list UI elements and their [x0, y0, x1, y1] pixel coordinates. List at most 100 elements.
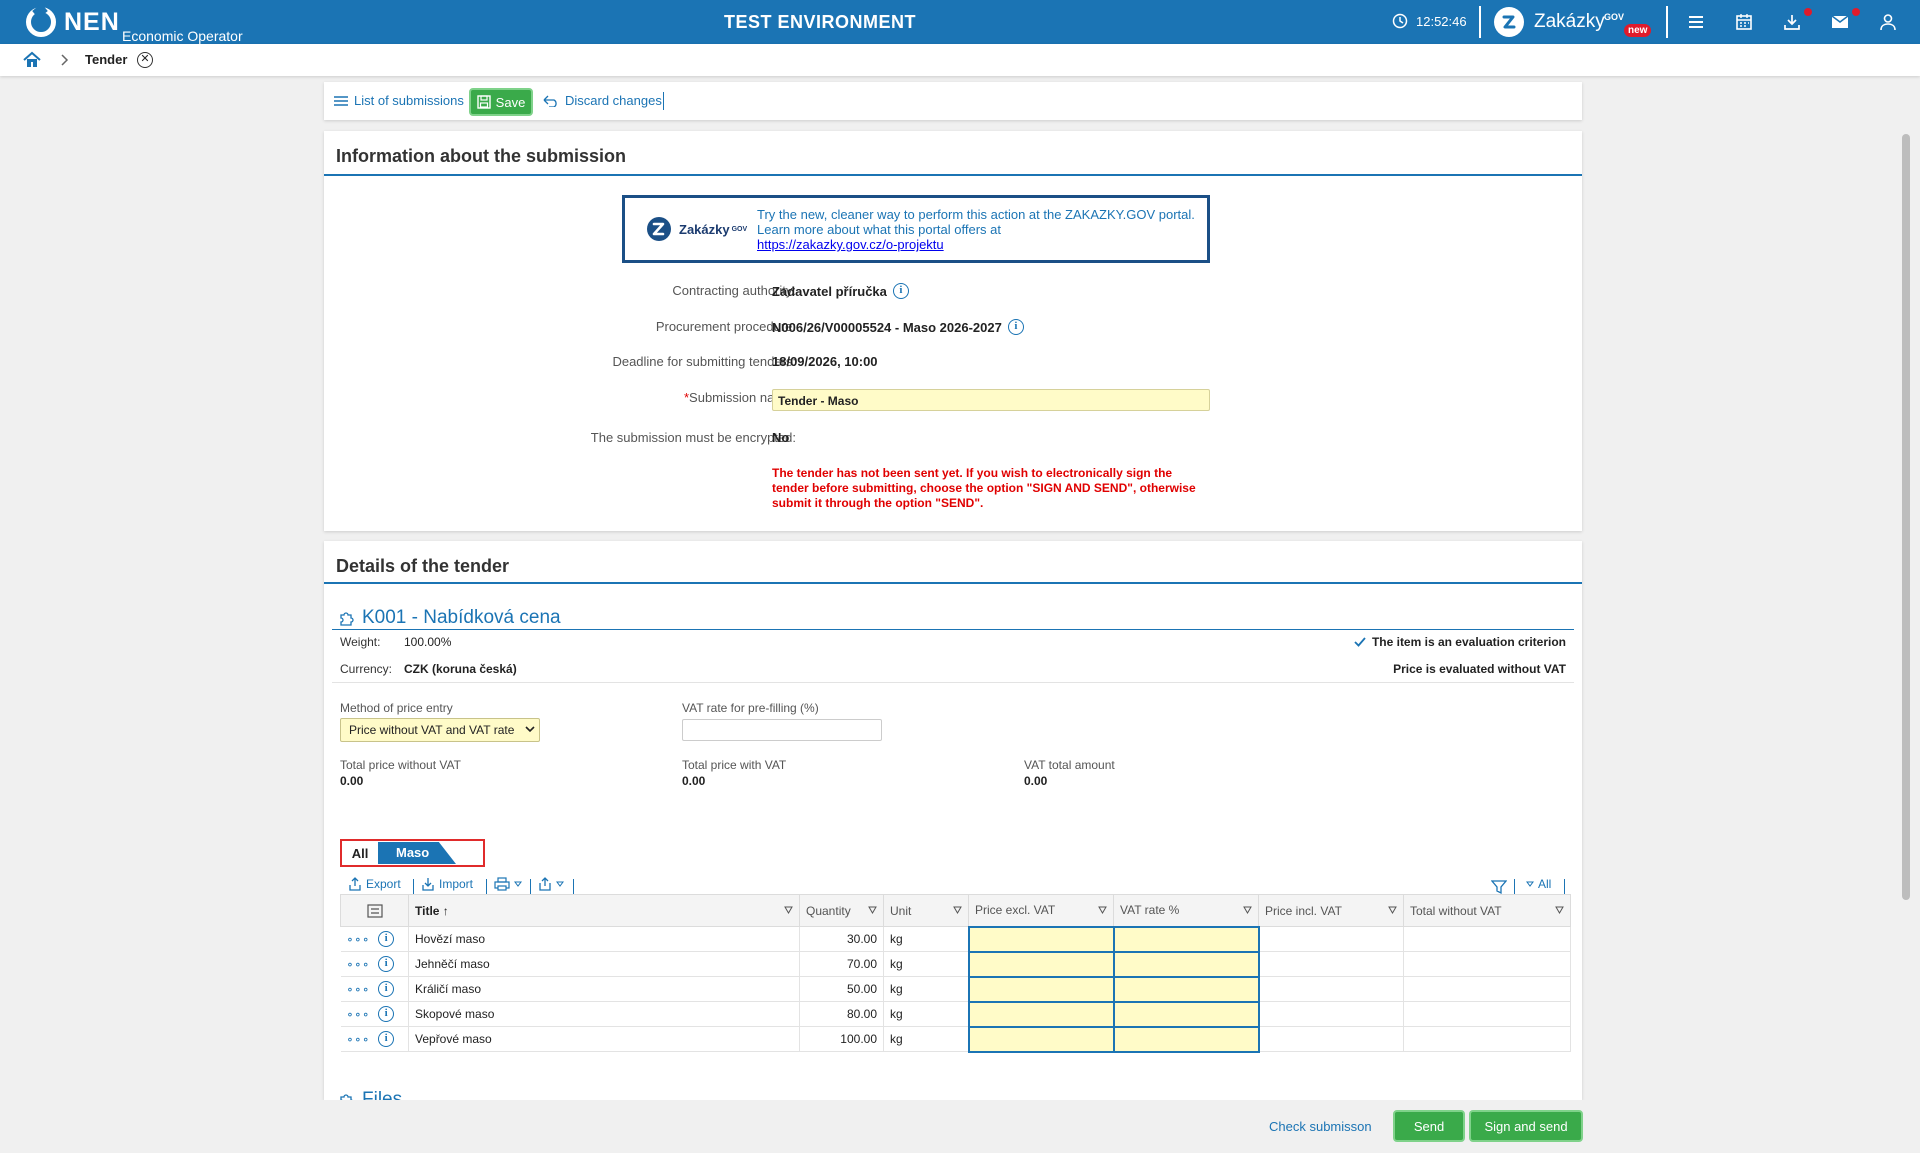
cell-title: Jehněčí maso — [408, 951, 800, 977]
divider — [530, 879, 531, 895]
more-options-icon[interactable]: ∘∘∘ — [347, 958, 371, 971]
method-select[interactable]: Price without VAT and VAT rate — [340, 718, 540, 742]
column-filter-icon[interactable] — [1555, 906, 1564, 914]
caret-down-icon — [514, 881, 522, 887]
send-button[interactable]: Send — [1393, 1110, 1465, 1142]
more-options-icon[interactable]: ∘∘∘ — [347, 1008, 371, 1021]
filter-all-menu[interactable]: All — [1526, 877, 1551, 891]
submission-name-input[interactable]: Tender - Maso — [772, 389, 1210, 411]
column-settings-header[interactable] — [340, 894, 409, 927]
home-icon[interactable] — [22, 50, 42, 70]
list-icon — [334, 95, 348, 106]
currency-value: CZK (koruna česká) — [404, 662, 517, 676]
column-header-price-incl-vat[interactable]: Price incl. VAT — [1258, 894, 1404, 927]
info-icon[interactable]: i — [378, 1031, 395, 1047]
breadcrumb-current: Tender — [85, 52, 128, 67]
column-filter-icon[interactable] — [1388, 906, 1397, 914]
price-excl-vat-input[interactable] — [967, 925, 1115, 953]
price-excl-vat-input[interactable] — [967, 1025, 1115, 1053]
column-header-vat-rate[interactable]: VAT rate % — [1113, 894, 1259, 927]
list-of-submissions-link[interactable]: List of submissions — [334, 93, 464, 108]
column-header-total-without-vat[interactable]: Total without VAT — [1403, 894, 1571, 927]
chevron-right-icon — [61, 54, 69, 66]
price-excl-vat-input[interactable] — [967, 1000, 1115, 1028]
tab-maso[interactable]: Maso — [378, 842, 456, 864]
zakazky-logo-icon — [1494, 7, 1524, 37]
info-icon[interactable]: i — [378, 1006, 395, 1022]
cell-total-without-vat — [1403, 976, 1571, 1002]
mail-icon[interactable] — [1830, 12, 1850, 32]
method-label: Method of price entry — [340, 701, 453, 715]
column-filter-icon[interactable] — [1243, 906, 1252, 914]
download-icon[interactable] — [1782, 12, 1802, 32]
session-clock: 12:52:46 — [1392, 13, 1467, 29]
column-header-title[interactable]: Title ↑ — [408, 894, 800, 927]
info-icon[interactable]: i — [378, 956, 395, 972]
check-submission-link[interactable]: Check submisson — [1269, 1119, 1372, 1134]
column-filter-icon[interactable] — [784, 906, 793, 914]
price-excl-vat-input[interactable] — [967, 950, 1115, 978]
cell-quantity: 100.00 — [799, 1026, 884, 1052]
row-actions: ∘∘∘ i — [340, 1001, 409, 1027]
banner-text: Try the new, cleaner way to perform this… — [757, 198, 1195, 260]
column-header-unit[interactable]: Unit — [883, 894, 969, 927]
section-underline — [324, 582, 1582, 584]
checkmark-icon — [1354, 637, 1366, 647]
criterion-note: The item is an evaluation criterion — [1354, 635, 1566, 649]
menu-icon[interactable] — [1686, 12, 1706, 32]
tab-all[interactable]: All — [342, 846, 378, 861]
discard-changes-link[interactable]: Discard changes — [543, 93, 662, 108]
sign-and-send-button[interactable]: Sign and send — [1469, 1110, 1583, 1142]
print-menu[interactable] — [494, 877, 522, 891]
more-options-icon[interactable]: ∘∘∘ — [347, 983, 371, 996]
chevron-down-icon — [525, 726, 535, 733]
field-label: The submission must be encrypted: — [590, 430, 796, 445]
vat-prefill-input[interactable] — [682, 719, 882, 741]
info-icon[interactable]: i — [378, 931, 395, 947]
filter-icon[interactable] — [1491, 879, 1507, 895]
page-scrollbar[interactable] — [1902, 134, 1910, 900]
cell-price-incl-vat — [1258, 951, 1404, 977]
user-icon[interactable] — [1878, 12, 1898, 32]
more-options-icon[interactable]: ∘∘∘ — [347, 933, 371, 946]
close-tab-icon[interactable]: ✕ — [137, 52, 153, 68]
column-header-price-excl-vat[interactable]: Price excl. VAT — [968, 894, 1114, 927]
section-title: Information about the submission — [336, 146, 627, 166]
column-filter-icon[interactable] — [1098, 906, 1107, 914]
deadline-value: 18/09/2026, 10:00 — [772, 354, 878, 369]
method-value: Price without VAT and VAT rate — [349, 723, 515, 737]
table-row: ∘∘∘ i Hovězí maso 30.00 kg — [340, 925, 1571, 953]
zakazky-portal-link[interactable]: Zakázky GOV new — [1494, 7, 1652, 37]
cell-price-incl-vat — [1258, 926, 1404, 952]
column-filter-icon[interactable] — [953, 906, 962, 914]
share-menu[interactable] — [538, 877, 564, 891]
calendar-icon[interactable] — [1734, 12, 1754, 32]
more-options-icon[interactable]: ∘∘∘ — [347, 1033, 371, 1046]
banner-brand: Zakázky — [679, 221, 730, 237]
info-icon[interactable]: i — [378, 981, 395, 997]
vat-rate-input[interactable] — [1112, 950, 1260, 978]
vat-rate-input[interactable] — [1112, 1000, 1260, 1028]
cell-unit: kg — [883, 1001, 969, 1027]
category-tabs: All Maso — [340, 839, 485, 867]
price-excl-vat-input[interactable] — [967, 975, 1115, 1003]
info-icon[interactable]: i — [892, 283, 909, 299]
export-button[interactable]: Export — [348, 877, 401, 891]
field-label: Deadline for submitting tenders: — [612, 354, 796, 369]
export-label: Export — [366, 877, 401, 891]
import-button[interactable]: Import — [421, 877, 473, 891]
column-header-quantity[interactable]: Quantity — [799, 894, 884, 927]
cell-unit: kg — [883, 951, 969, 977]
table-row: ∘∘∘ i Skopové maso 80.00 kg — [340, 1000, 1571, 1028]
info-icon[interactable]: i — [1007, 319, 1024, 335]
vat-rate-input[interactable] — [1112, 975, 1260, 1003]
header-label: Price excl. VAT — [975, 903, 1056, 918]
column-filter-icon[interactable] — [868, 906, 877, 914]
print-icon — [494, 877, 510, 891]
encryption-value: No — [772, 430, 790, 445]
vat-rate-input[interactable] — [1112, 1025, 1260, 1053]
save-button[interactable]: Save — [469, 88, 533, 116]
clock-time: 12:52:46 — [1416, 13, 1467, 29]
vat-rate-input[interactable] — [1112, 925, 1260, 953]
banner-link[interactable]: https://zakazky.gov.cz/o-projektu — [757, 237, 944, 252]
